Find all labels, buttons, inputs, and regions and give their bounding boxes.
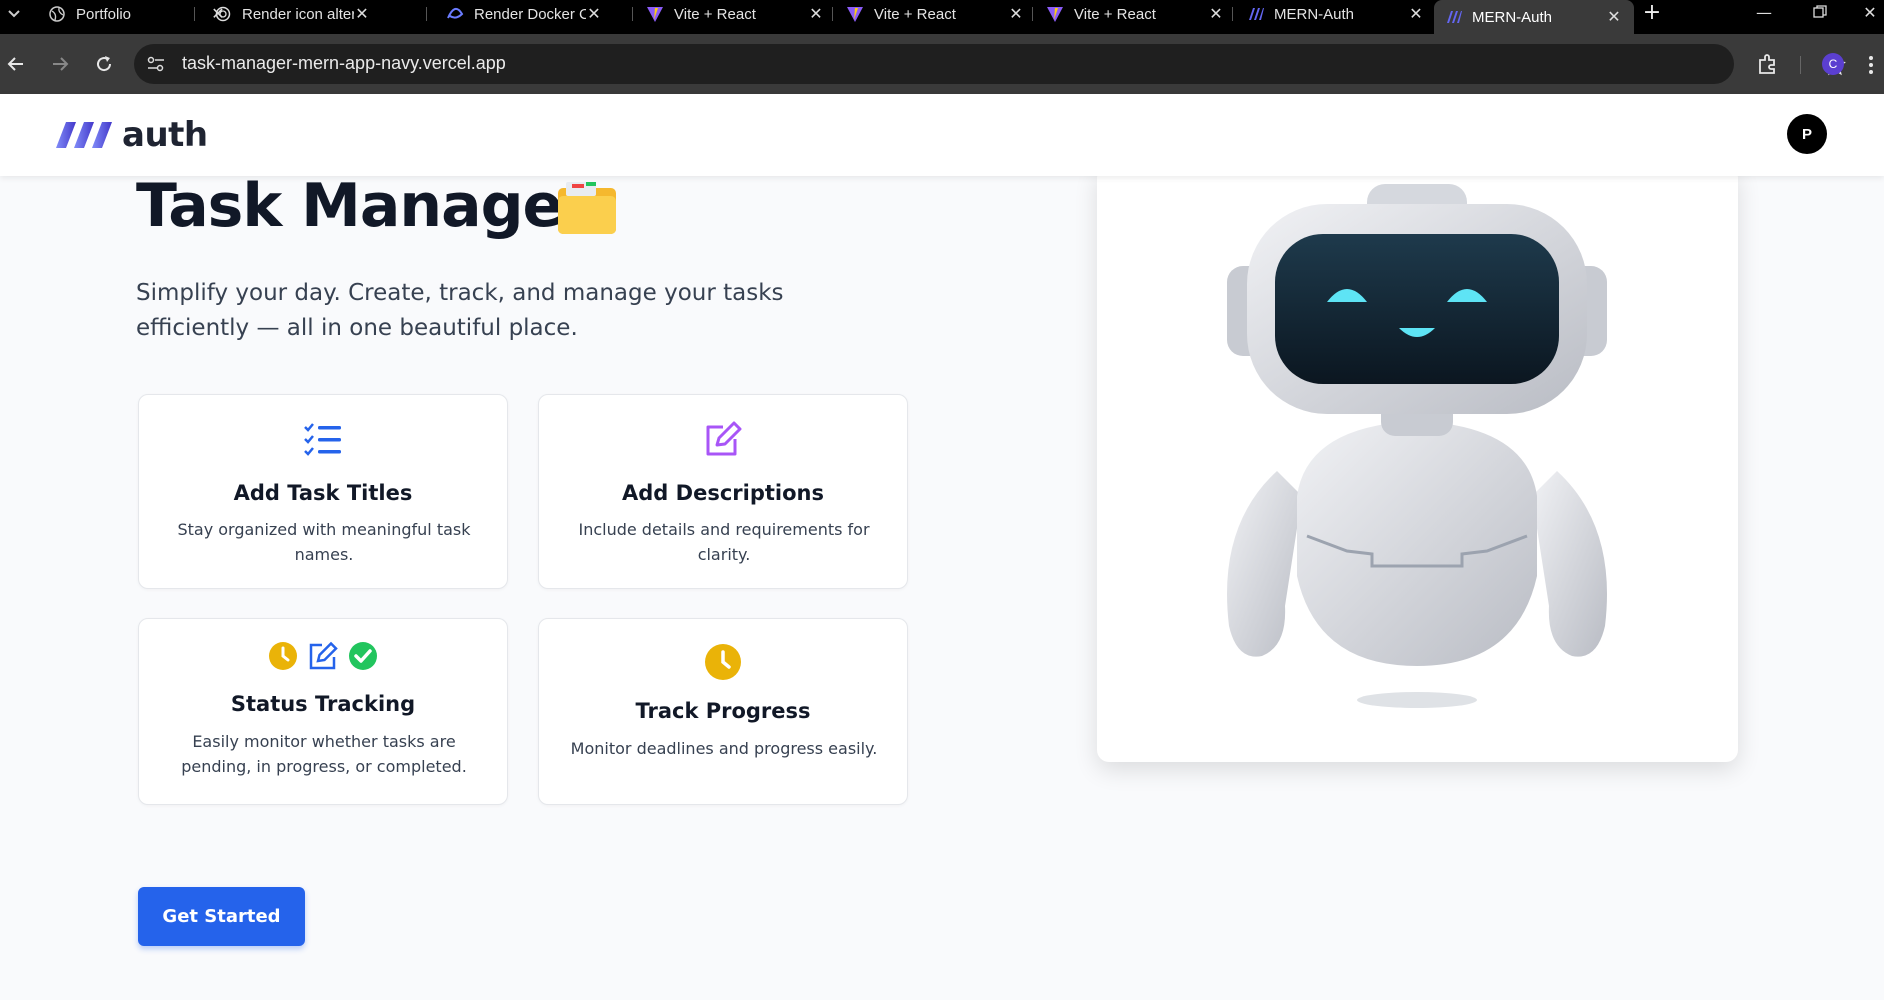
close-icon[interactable]: ✕ — [354, 6, 370, 23]
close-icon[interactable]: ✕ — [586, 6, 602, 23]
tab-title: Render icon alter — [242, 5, 354, 23]
card-title: Add Descriptions — [622, 481, 824, 505]
tab-search-dropdown-icon[interactable] — [0, 0, 28, 28]
tab-title: Vite + React — [874, 5, 956, 23]
tab-render-docker[interactable]: Render Docker C ✕ — [436, 0, 636, 28]
tab-vite-react-1[interactable]: Vite + React ✕ — [636, 0, 836, 28]
feature-card-task-titles: Add Task Titles Stay organized with mean… — [138, 394, 508, 589]
window-close-icon[interactable]: ✕ — [1850, 0, 1884, 24]
tab-title: Vite + React — [674, 5, 756, 23]
tab-title: Render Docker C — [474, 5, 586, 23]
card-description: Stay organized with meaningful task name… — [177, 520, 471, 564]
tab-title: Vite + React — [1074, 5, 1156, 23]
tab-separator — [632, 7, 633, 21]
logo-text: auth — [122, 115, 208, 155]
robot-illustration-card — [1097, 166, 1738, 762]
auth-logo-icon — [56, 122, 112, 148]
tab-vite-react-2[interactable]: Vite + React ✕ — [836, 0, 1036, 28]
tab-separator — [194, 7, 195, 21]
tab-title: MERN-Auth — [1472, 8, 1553, 26]
browser-toolbar: task-manager-mern-app-navy.vercel.app C — [0, 34, 1884, 94]
close-icon[interactable]: ✕ — [808, 6, 824, 23]
auth-logo-icon — [1444, 8, 1462, 26]
tab-separator — [1032, 7, 1033, 21]
close-icon[interactable]: ✕ — [1208, 6, 1224, 23]
toolbar-separator — [1800, 56, 1801, 74]
feature-card-descriptions: Add Descriptions Include details and req… — [538, 394, 908, 589]
browser-profile-avatar[interactable]: C — [1822, 53, 1844, 75]
clock-icon — [539, 643, 907, 681]
site-settings-icon[interactable] — [146, 54, 166, 74]
card-description: Monitor deadlines and progress easily. — [570, 739, 878, 758]
tab-separator — [426, 7, 427, 21]
get-started-button[interactable]: Get Started — [138, 887, 305, 946]
address-bar[interactable]: task-manager-mern-app-navy.vercel.app — [134, 44, 1846, 84]
new-tab-icon[interactable]: + — [1638, 0, 1666, 25]
close-icon[interactable]: ✕ — [1606, 9, 1622, 26]
feature-card-track-progress: Track Progress Monitor deadlines and pro… — [538, 618, 908, 805]
card-title: Track Progress — [635, 699, 811, 723]
tab-mern-auth-active[interactable]: MERN-Auth ✕ — [1434, 0, 1634, 34]
folder-icon — [558, 182, 616, 234]
browser-tabstrip: Portfolio ✕ Render icon alter ✕ Render D… — [0, 0, 1884, 34]
url-text: task-manager-mern-app-navy.vercel.app — [182, 53, 506, 73]
edit-icon — [309, 641, 338, 670]
more-menu-icon[interactable] — [1868, 54, 1878, 76]
clock-icon — [269, 642, 297, 670]
close-icon[interactable]: ✕ — [1408, 6, 1424, 23]
status-icons — [139, 641, 507, 671]
edit-icon — [539, 421, 907, 457]
tab-separator — [1232, 7, 1233, 21]
user-avatar[interactable]: P — [1787, 114, 1827, 154]
page-subtitle: Simplify your day. Create, track, and ma… — [136, 280, 784, 341]
main-content: Task Manager Simplify your day. Create, … — [0, 166, 1884, 1000]
card-title: Status Tracking — [230, 692, 416, 716]
card-description: Include details and requirements for cla… — [578, 520, 870, 564]
forward-arrow-icon[interactable] — [46, 50, 74, 78]
feature-card-status-tracking: Status Tracking Easily monitor whether t… — [138, 618, 508, 805]
extensions-puzzle-icon[interactable] — [1756, 52, 1780, 76]
tab-vite-react-3[interactable]: Vite + React ✕ — [1036, 0, 1236, 28]
vite-icon — [646, 5, 664, 23]
back-arrow-icon[interactable] — [2, 50, 30, 78]
check-circle-icon — [349, 642, 377, 670]
tab-title: MERN-Auth — [1274, 5, 1355, 23]
tab-separator — [832, 7, 833, 21]
tab-mern-auth-1[interactable]: MERN-Auth ✕ — [1236, 0, 1436, 28]
vite-icon — [1046, 5, 1064, 23]
globe-icon — [48, 5, 66, 23]
restore-icon[interactable] — [1800, 0, 1840, 24]
robot-illustration — [1227, 184, 1607, 708]
card-title: Add Task Titles — [233, 481, 413, 505]
auth-logo[interactable]: auth — [56, 115, 208, 155]
tab-render-icon[interactable]: Render icon alter ✕ — [204, 0, 404, 28]
reload-icon[interactable] — [90, 50, 118, 78]
claude-icon — [446, 5, 464, 23]
close-icon[interactable]: ✕ — [1008, 6, 1024, 23]
app-header: auth P — [0, 94, 1884, 176]
page-title: Task Manager — [136, 171, 592, 241]
auth-logo-icon — [1246, 5, 1264, 23]
card-description: Easily monitor whether tasks are pending… — [181, 732, 467, 776]
openai-icon — [214, 5, 232, 23]
checklist-icon — [139, 421, 507, 457]
minimize-icon[interactable]: — — [1744, 0, 1784, 24]
tab-title: Portfolio — [76, 5, 132, 23]
vite-icon — [846, 5, 864, 23]
